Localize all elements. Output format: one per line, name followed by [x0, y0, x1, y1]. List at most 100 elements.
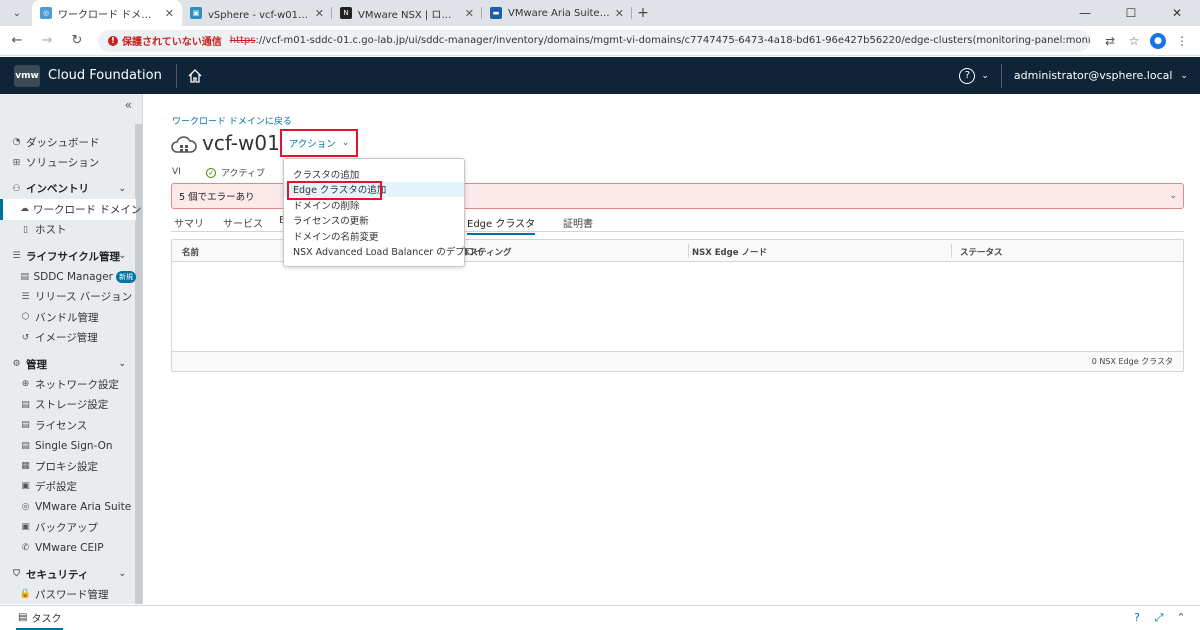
warning-icon: !	[108, 35, 118, 46]
sidebar-item-18[interactable]: ▣ バックアップ	[0, 517, 136, 537]
sidebar-item-label: ネットワーク設定	[35, 378, 119, 391]
help-icon[interactable]: ?	[959, 67, 976, 84]
security-indicator[interactable]: ! 保護されていない通信	[108, 33, 222, 48]
aria-favicon-icon: ▬	[490, 7, 502, 19]
tab-certificates[interactable]: 証明書	[563, 215, 593, 233]
sidebar-item-label: セキュリティ	[26, 568, 89, 581]
bundle-icon: ⬡	[21, 312, 30, 323]
sidebar-item-20[interactable]: ⛉ セキュリティ ⌄	[0, 564, 136, 584]
lock-icon: 🔒	[19, 589, 32, 600]
sidebar-item-9[interactable]: ↺ イメージ管理	[0, 328, 136, 348]
expand-icon[interactable]: ⤢	[1148, 611, 1170, 625]
chevron-down-icon[interactable]: ⌄	[1180, 71, 1188, 81]
bookmark-star-icon[interactable]: ☆	[1122, 29, 1146, 53]
sidebar-item-16[interactable]: ▣ デポ設定	[0, 476, 136, 496]
back-arrow-icon[interactable]: ←	[4, 28, 30, 54]
chevron-down-icon[interactable]: ⌄	[981, 71, 989, 81]
sidebar-item-17[interactable]: ◎ VMware Aria Suite	[0, 497, 136, 517]
sidebar-item-4[interactable]: ▯ ホスト	[0, 220, 136, 240]
close-window-icon[interactable]: ✕	[1154, 0, 1200, 26]
chevron-down-icon[interactable]: ⌄	[118, 569, 126, 579]
sidebar-item-label: バックアップ	[35, 521, 98, 534]
table-body	[172, 262, 1183, 351]
sidebar-nav: ◔ ダッシュボード ⊞ ソリューション ⚇ インベントリ ⌄ ☁ ワークロード ドメイン ▯ ホスト…	[0, 132, 141, 604]
browser-tab-aria[interactable]: ▬ VMware Aria Suite Lifecycle ✕	[482, 0, 632, 26]
sidebar-item-2[interactable]: ⚇ インベントリ ⌄	[0, 179, 136, 199]
column-header-nsx-edge-nodes[interactable]: NSX Edge ノード	[692, 246, 767, 258]
aria-icon: ◎	[21, 501, 30, 512]
table-footer: 0 NSX Edge クラスタ	[172, 351, 1183, 371]
nsx-favicon-icon: N	[340, 7, 352, 19]
chevron-down-icon[interactable]: ⌄	[118, 251, 126, 261]
tab-search-button[interactable]: ⌄	[6, 2, 28, 24]
backup-icon: ▣	[21, 522, 30, 533]
sidebar-item-5[interactable]: ☰ ライフサイクル管理 ⌄	[0, 246, 136, 266]
column-header-status[interactable]: ステータス	[960, 246, 1003, 258]
home-icon[interactable]	[187, 68, 203, 84]
url-omnibox[interactable]: ! 保護されていない通信 https ://vcf-m01-sddc-01.c.…	[98, 29, 1090, 52]
sidebar-item-8[interactable]: ⬡ バンドル管理	[0, 307, 136, 327]
browser-tab-nsx[interactable]: N VMware NSX | ログイン ✕	[332, 0, 482, 26]
browser-menu-icon[interactable]: ⋮	[1170, 29, 1194, 53]
sidebar-item-0[interactable]: ◔ ダッシュボード	[0, 132, 136, 152]
sidebar-item-6[interactable]: ▤ SDDC Manager 新規	[0, 266, 136, 286]
new-tab-button[interactable]: +	[632, 2, 654, 24]
reload-icon[interactable]: ↻	[64, 28, 90, 54]
chevron-down-icon[interactable]: ⌄	[1169, 191, 1177, 201]
sidebar-item-21[interactable]: 🔒 パスワード管理	[0, 584, 136, 604]
clipboard-icon: ▤	[18, 611, 28, 623]
sidebar-item-19[interactable]: ✆ VMware CEIP	[0, 537, 136, 557]
sidebar-item-13[interactable]: ▤ ライセンス	[0, 415, 136, 435]
sidebar: « ◔ ダッシュボード ⊞ ソリューション ⚇ インベントリ ⌄ ☁ ワークロード ドメイン ▯ ホ…	[0, 94, 143, 604]
column-header-name[interactable]: 名前	[182, 246, 199, 258]
maximize-icon[interactable]: ☐	[1108, 0, 1154, 26]
forward-arrow-icon[interactable]: →	[34, 28, 60, 54]
browser-tab-vsphere[interactable]: ▣ vSphere - vcf-w01-cl01 - サマリ ✕	[182, 0, 332, 26]
tasks-tab[interactable]: ▤ タスク	[16, 606, 64, 630]
help-icon[interactable]: ?	[1126, 611, 1148, 625]
sidebar-item-label: 管理	[26, 358, 47, 371]
sidebar-item-label: デポ設定	[35, 480, 77, 493]
menu-item-add-edge-cluster[interactable]: Edge クラスタの追加	[284, 180, 464, 199]
chevron-down-icon[interactable]: ⌄	[118, 359, 126, 369]
menu-item-delete-domain[interactable]: ドメインの削除	[284, 197, 464, 213]
browser-tab-workload-domain[interactable]: ◎ ワークロード ドメイン - サービス ✕	[32, 0, 182, 26]
admin-icon: ⚙	[12, 359, 21, 370]
depot-icon: ▣	[21, 481, 30, 492]
vmw-logo: vmw	[14, 64, 40, 87]
browser-tab-bar: ⌄ ◎ ワークロード ドメイン - サービス ✕ ▣ vSphere - vcf…	[0, 0, 1200, 26]
menu-item-deploy-alb[interactable]: NSX Advanced Load Balancer のデプロイ	[284, 244, 484, 260]
translate-icon[interactable]: ⇄	[1098, 29, 1122, 53]
sidebar-item-3[interactable]: ☁ ワークロード ドメイン	[0, 199, 141, 220]
sidebar-item-10[interactable]: ⚙ 管理 ⌄	[0, 354, 136, 374]
sidebar-item-12[interactable]: ▤ ストレージ設定	[0, 395, 136, 415]
sidebar-item-11[interactable]: ⊕ ネットワーク設定	[0, 374, 136, 394]
close-tab-icon[interactable]: ✕	[315, 7, 324, 20]
close-tab-icon[interactable]: ✕	[465, 7, 474, 20]
image-icon: ↺	[21, 332, 30, 343]
menu-item-update-license[interactable]: ライセンスの更新	[284, 213, 464, 229]
chevron-up-icon[interactable]: ⌃	[1170, 611, 1192, 625]
minimize-icon[interactable]: —	[1062, 0, 1108, 26]
chevron-down-icon[interactable]: ⌄	[118, 184, 126, 194]
sidebar-item-1[interactable]: ⊞ ソリューション	[0, 152, 136, 172]
address-bar: ← → ↻ ! 保護されていない通信 https ://vcf-m01-sddc…	[0, 26, 1200, 56]
close-tab-icon[interactable]: ✕	[615, 7, 624, 20]
collapse-sidebar-icon[interactable]: «	[125, 98, 132, 112]
tab-summary[interactable]: サマリ	[174, 215, 204, 233]
user-menu[interactable]: administrator@vsphere.local	[1014, 69, 1173, 82]
sidebar-item-14[interactable]: ▤ Single Sign-On	[0, 435, 136, 455]
back-to-workload-domains-link[interactable]: ワークロード ドメインに戻る	[172, 114, 292, 127]
actions-dropdown-button[interactable]: アクション ⌄	[280, 129, 358, 157]
sidebar-item-15[interactable]: ▦ プロキシ設定	[0, 456, 136, 476]
sidebar-scrollbar[interactable]	[135, 124, 142, 604]
sidebar-item-7[interactable]: ☰ リリース バージョン	[0, 287, 136, 307]
close-tab-icon[interactable]: ✕	[165, 7, 174, 20]
menu-item-add-cluster[interactable]: クラスタの追加	[284, 166, 464, 182]
sidebar-item-label: ソリューション	[26, 157, 100, 170]
tab-services[interactable]: サービス	[223, 215, 263, 233]
profile-avatar-icon[interactable]: ●	[1150, 32, 1166, 49]
menu-item-rename-domain[interactable]: ドメインの名前変更	[284, 228, 464, 244]
tab-edge-clusters[interactable]: Edge クラスタ	[467, 215, 536, 235]
sidebar-item-label: リリース バージョン	[35, 291, 133, 304]
